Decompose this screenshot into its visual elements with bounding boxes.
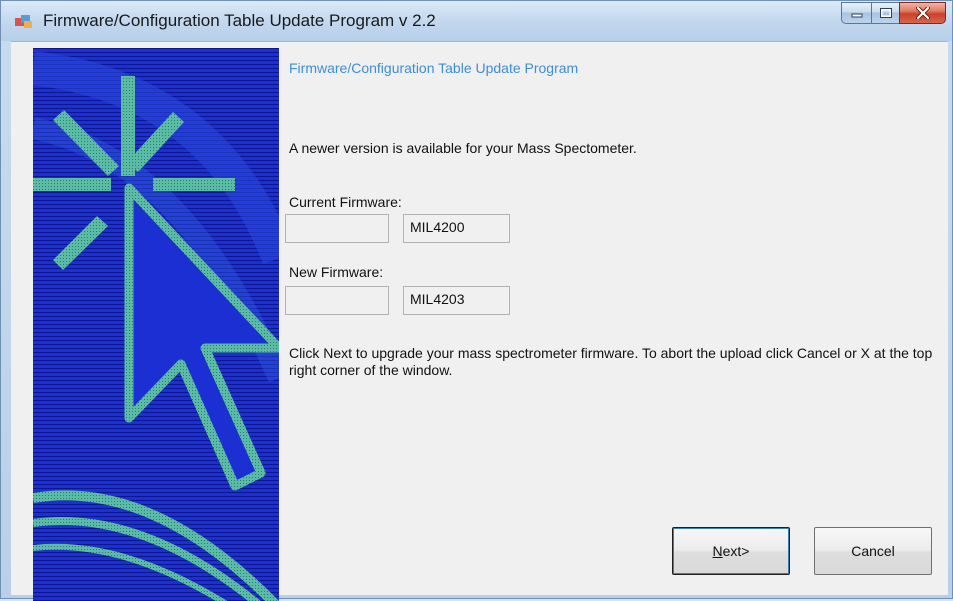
- close-icon: [915, 7, 930, 19]
- new-firmware-value-field: MIL4203: [403, 286, 510, 315]
- app-window: Firmware/Configuration Table Update Prog…: [0, 0, 953, 601]
- close-button[interactable]: [899, 2, 946, 24]
- maximize-button[interactable]: [871, 2, 899, 24]
- title-bar[interactable]: Firmware/Configuration Table Update Prog…: [1, 1, 952, 41]
- current-firmware-left-field: [285, 214, 389, 243]
- program-heading: Firmware/Configuration Table Update Prog…: [289, 60, 579, 76]
- window-title: Firmware/Configuration Table Update Prog…: [43, 11, 436, 30]
- wizard-banner-image: [33, 48, 279, 601]
- new-firmware-left-field: [285, 286, 389, 315]
- next-button[interactable]: Next>: [672, 527, 790, 575]
- maximize-icon: [879, 8, 892, 18]
- minimize-icon: [851, 13, 862, 18]
- dialog-client-area: Firmware/Configuration Table Update Prog…: [11, 41, 948, 601]
- new-firmware-label: New Firmware:: [289, 264, 384, 280]
- update-available-text: A newer version is available for your Ma…: [289, 140, 637, 156]
- caption-buttons: [841, 2, 946, 24]
- current-firmware-label: Current Firmware:: [289, 194, 402, 210]
- cancel-button[interactable]: Cancel: [814, 527, 932, 575]
- cursor-click-illustration: [33, 48, 279, 601]
- instructions-text: Click Next to upgrade your mass spectrom…: [289, 345, 933, 378]
- minimize-button[interactable]: [841, 2, 871, 24]
- app-window-icon: [15, 15, 32, 28]
- current-firmware-value-field: MIL4200: [403, 214, 510, 243]
- next-button-accelerator: N: [712, 543, 723, 559]
- next-button-label: ext>: [722, 543, 750, 559]
